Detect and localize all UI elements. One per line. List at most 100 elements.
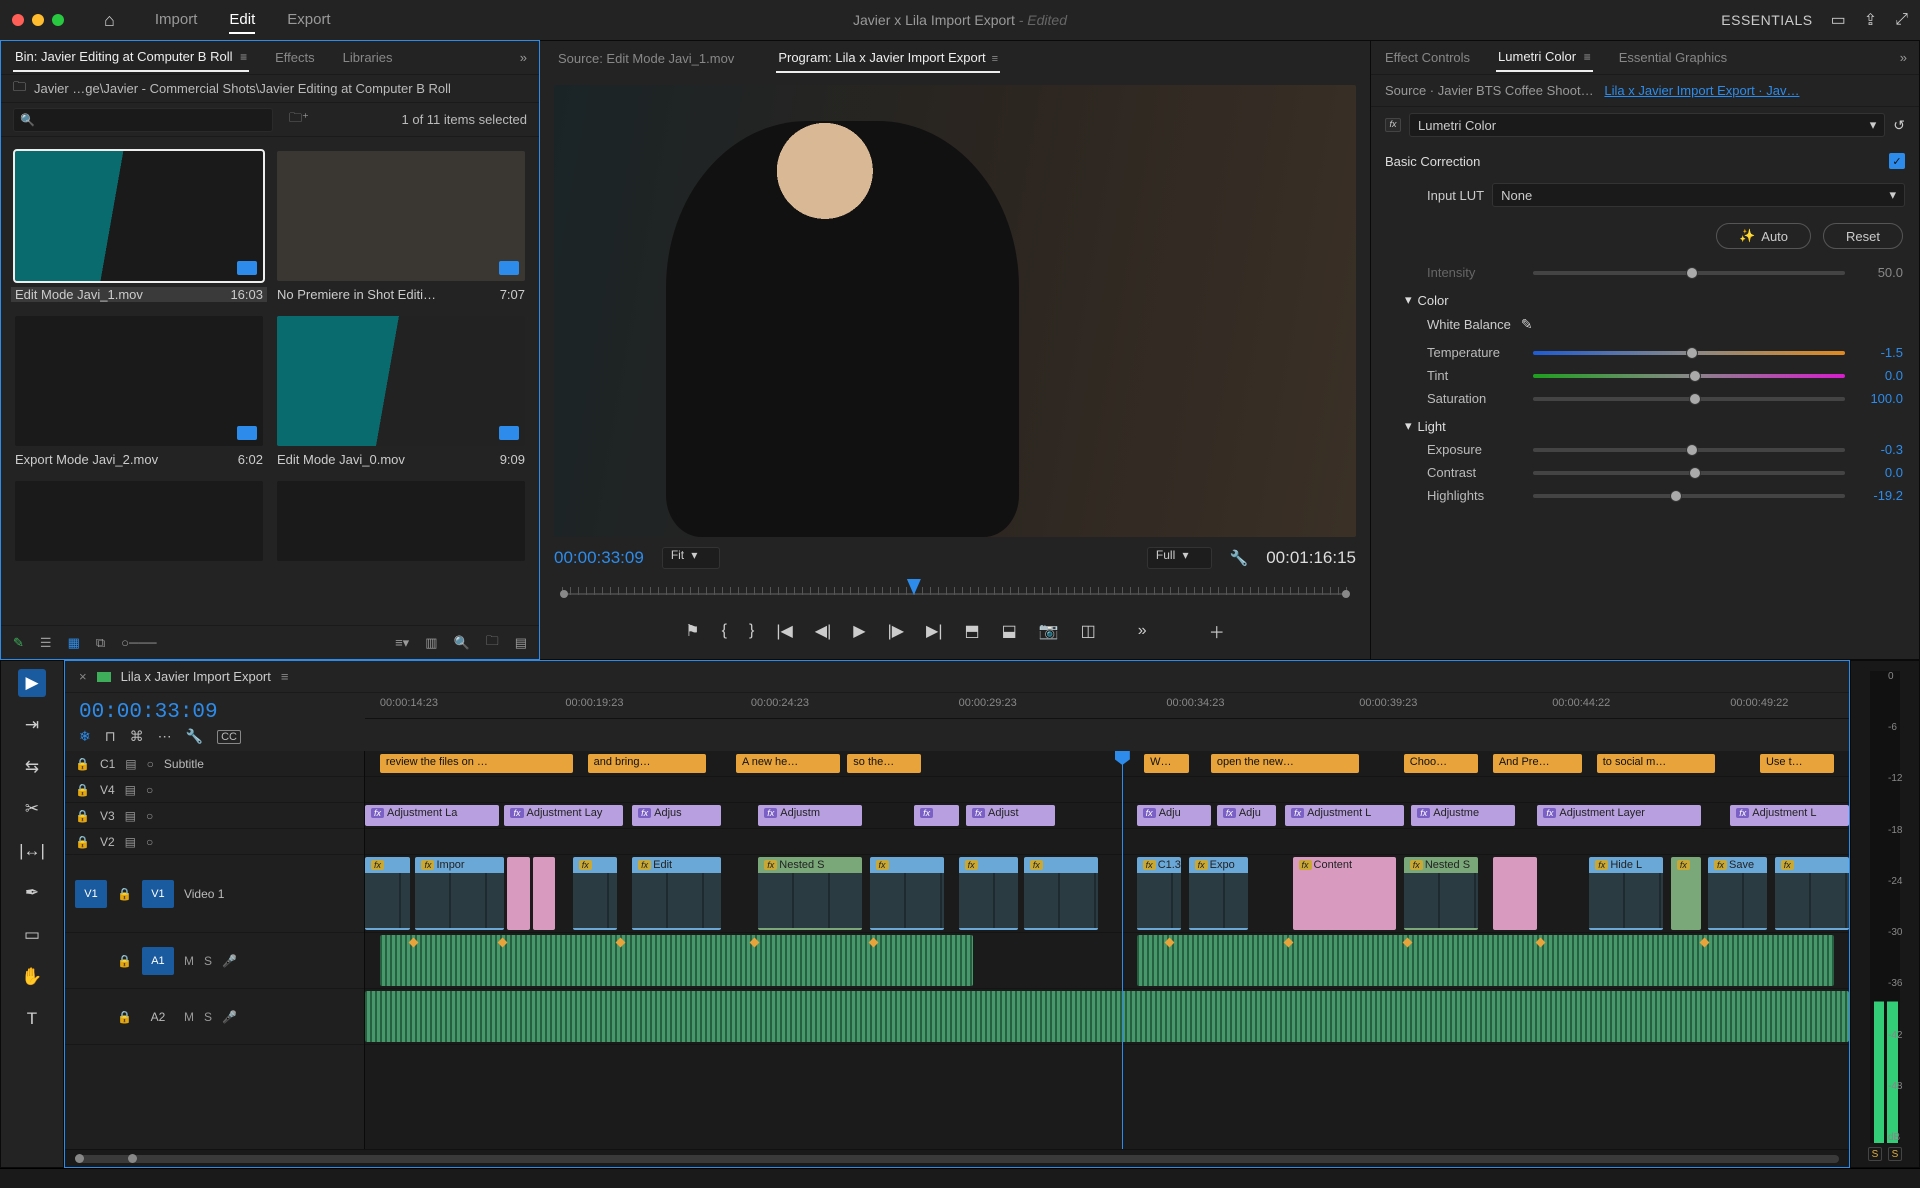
eye-icon[interactable]: ○ [146,835,153,849]
video-clip[interactable]: fxNested S [1404,857,1478,930]
extract-button[interactable]: ⬓ [1002,621,1017,641]
temperature-value[interactable]: -1.5 [1855,345,1903,360]
breadcrumb[interactable]: 🗀 Javier …ge\Javier - Commercial Shots\J… [1,75,539,103]
track-header-v3[interactable]: 🔒V3▤○ [65,803,364,829]
new-bin-icon[interactable]: 🗀⁺ [289,109,309,131]
track-header-v1[interactable]: V1 🔒 V1 Video 1 [65,855,364,933]
go-out-button[interactable]: ▶| [926,621,942,641]
play-button[interactable]: ▶ [853,621,865,641]
go-in-button[interactable]: |◀ [776,621,792,641]
overflow-icon[interactable]: » [1138,622,1147,640]
video-clip[interactable]: fxImpor [415,857,504,930]
mute-button[interactable]: M [184,954,194,968]
tab-effect-controls[interactable]: Effect Controls [1383,44,1472,71]
adjustment-clip[interactable]: fxAdjus [632,805,721,826]
saturation-slider[interactable] [1533,397,1845,401]
markers-icon[interactable]: ⋯ [158,728,172,745]
video-clip[interactable]: fx [1775,857,1849,930]
mic-icon[interactable]: 🎤 [222,954,237,968]
lock-icon[interactable]: 🔒 [117,1010,132,1024]
minimize-window[interactable] [32,14,44,26]
lock-icon[interactable]: 🔒 [75,835,90,849]
lock-icon[interactable]: 🔒 [117,887,132,901]
share-icon[interactable]: ⇪ [1864,10,1877,30]
reset-button[interactable]: Reset [1823,223,1903,249]
caption-clip[interactable]: review the files on … [380,754,573,773]
eye-icon[interactable]: ○ [146,783,153,797]
tint-value[interactable]: 0.0 [1855,368,1903,383]
caption-clip[interactable]: open the new… [1211,754,1359,773]
lock-icon[interactable]: 🔒 [117,954,132,968]
adjustment-clip[interactable]: fxAdju [1137,805,1211,826]
tab-essential-graphics[interactable]: Essential Graphics [1617,44,1729,71]
solo-button[interactable]: S [204,1010,212,1024]
playhead[interactable] [1122,751,1123,1149]
icon-view-icon[interactable]: ▦ [68,635,80,651]
video-clip[interactable] [533,857,555,930]
adjustment-clip[interactable]: fxAdjustm [758,805,862,826]
video-clip[interactable]: fx [365,857,410,930]
video-clip[interactable]: fx [1024,857,1098,930]
slip-tool-icon[interactable]: |↔| [18,837,46,865]
overflow-icon[interactable]: » [1900,50,1907,65]
lock-icon[interactable]: 🔒 [75,809,90,823]
adjustment-clip[interactable]: fx [914,805,959,826]
program-video[interactable] [554,85,1356,537]
hand-tool-icon[interactable]: ✋ [18,963,46,991]
type-tool-icon[interactable]: T [18,1005,46,1033]
contrast-value[interactable]: 0.0 [1855,465,1903,480]
automate-icon[interactable]: ▥ [425,635,437,651]
adjustment-clip[interactable]: fxAdju [1217,805,1276,826]
adjustment-clip[interactable]: fxAdjustment La [365,805,499,826]
bin-item[interactable]: Edit Mode Javi_0.mov9:09 [277,316,525,467]
button-editor-icon[interactable]: ＋ [1209,619,1225,643]
settings-icon[interactable]: 🔧 [1230,549,1249,567]
reset-effect-icon[interactable]: ↺ [1893,117,1905,134]
workspace-label[interactable]: ESSENTIALS [1721,12,1812,28]
tint-slider[interactable] [1533,374,1845,378]
sequence-name[interactable]: Lila x Javier Import Export [121,669,271,684]
tab-bin[interactable]: Bin: Javier Editing at Computer B Roll ≡ [13,43,249,72]
highlights-value[interactable]: -19.2 [1855,488,1903,503]
adjustment-clip[interactable]: fxAdjustment Layer [1537,805,1700,826]
video-clip[interactable] [507,857,529,930]
panel-menu-icon[interactable]: ≡ [281,669,289,684]
basic-enabled-checkbox[interactable]: ✓ [1889,153,1905,169]
list-view-icon[interactable]: ☰ [40,635,52,651]
audio-clip[interactable] [1137,935,1834,986]
track-header-v2[interactable]: 🔒V2▤○ [65,829,364,855]
tab-edit[interactable]: Edit [229,7,255,34]
maximize-window[interactable] [52,14,64,26]
bin-item[interactable]: No Premiere in Shot Editi…7:07 [277,151,525,302]
eyedropper-icon[interactable]: ✎ [1521,316,1533,333]
bin-item[interactable]: Edit Mode Javi_1.mov16:03 [15,151,263,302]
freeform-icon[interactable]: ⧉ [96,635,105,651]
close-window[interactable] [12,14,24,26]
video-clip[interactable] [1493,857,1538,930]
tab-export[interactable]: Export [287,7,330,34]
sort-icon[interactable]: ≡▾ [395,635,409,651]
adjustment-clip[interactable]: fxAdjustment Lay [504,805,623,826]
target-a1[interactable]: A1 [142,947,174,975]
window-controls[interactable] [12,14,64,26]
timeline-zoom-scroll[interactable] [65,1149,1849,1167]
caption-clip[interactable]: and bring… [588,754,707,773]
video-clip[interactable]: fxContent [1293,857,1397,930]
zoom-slider-icon[interactable]: ○─── [121,635,156,650]
zoom-dropdown[interactable]: Full ▾ [1147,547,1212,569]
auto-button[interactable]: ✨Auto [1716,223,1811,249]
video-clip[interactable]: fx [870,857,944,930]
tab-import[interactable]: Import [155,7,198,34]
bin-item[interactable]: Export Mode Javi_2.mov6:02 [15,316,263,467]
eye-icon[interactable]: ○ [146,809,153,823]
video-clip[interactable]: fx [1671,857,1701,930]
track-header-a1[interactable]: 🔒 A1 M S 🎤 [65,933,364,989]
video-clip[interactable]: fxNested S [758,857,862,930]
link-icon[interactable]: ⌘ [130,728,144,745]
tab-lumetri[interactable]: Lumetri Color ≡ [1496,43,1593,72]
pen-tool-icon[interactable]: ✒ [18,879,46,907]
audio-clip[interactable] [380,935,974,986]
program-timecode[interactable]: 00:00:33:09 [554,548,644,568]
highlights-slider[interactable] [1533,494,1845,498]
caption-clip[interactable]: so the… [847,754,921,773]
